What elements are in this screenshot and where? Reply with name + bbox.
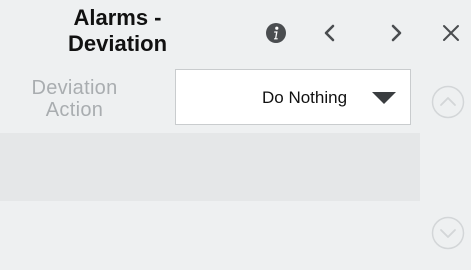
info-button[interactable] [261, 18, 291, 48]
scroll-up-button[interactable] [431, 85, 465, 119]
chevron-down-circle-icon [431, 216, 465, 250]
settings-list: Deviation Action Do Nothing [0, 65, 420, 270]
caret-down-icon [372, 92, 396, 104]
info-icon [266, 23, 286, 43]
scroll-down-button[interactable] [431, 216, 465, 250]
previous-button[interactable] [315, 18, 345, 48]
close-button[interactable] [436, 18, 466, 48]
page-title: Alarms - Deviation [67, 5, 168, 56]
close-icon [443, 25, 459, 41]
scroll-strip [420, 65, 471, 270]
next-button[interactable] [381, 18, 411, 48]
chevron-left-icon [324, 24, 335, 42]
empty-row [0, 201, 420, 270]
setting-row-deviation-action: Deviation Action Do Nothing [0, 65, 420, 133]
chevron-up-circle-icon [431, 85, 465, 119]
dropdown-selected-value: Do Nothing [262, 88, 348, 107]
chevron-right-icon [391, 24, 402, 42]
deviation-action-label: Deviation Action [31, 77, 118, 121]
header-bar: Alarms - Deviation [0, 0, 471, 65]
alarms-deviation-screen: Alarms - Deviation Deviation Action Do N… [0, 0, 471, 270]
empty-row [0, 133, 420, 201]
deviation-action-dropdown[interactable]: Do Nothing [175, 69, 411, 125]
